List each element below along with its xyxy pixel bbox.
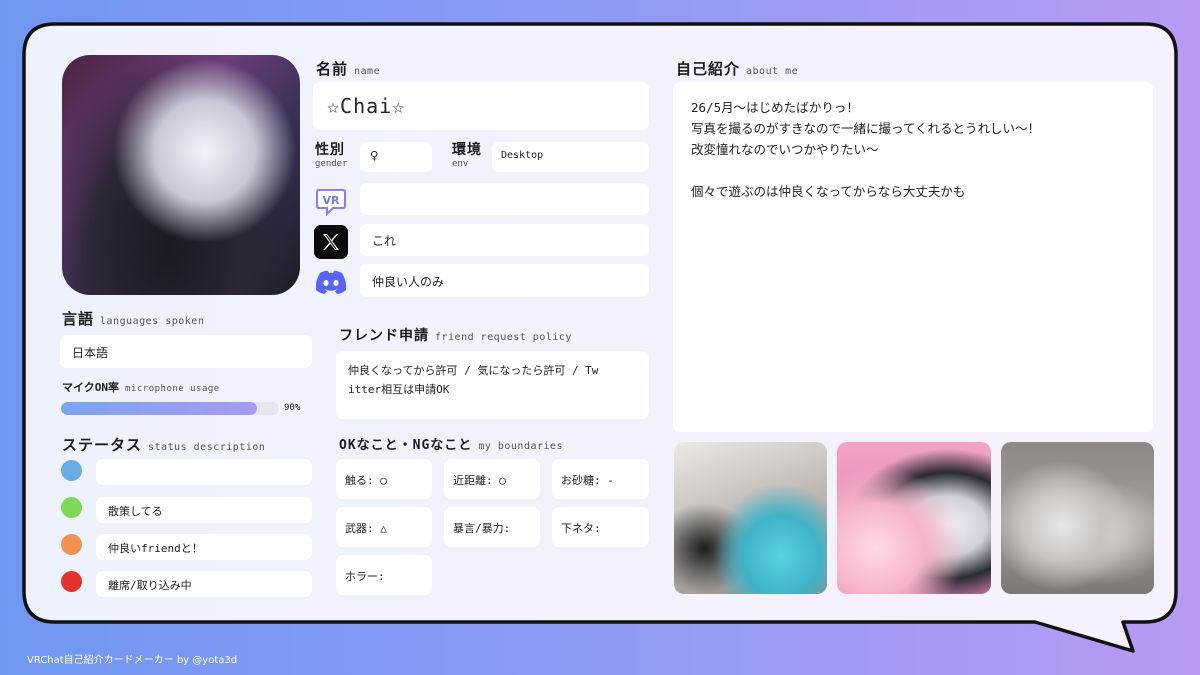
mic-heading: マイクON率 microphone usage	[62, 381, 220, 394]
boundary-item: 触る: ◯	[336, 459, 432, 499]
name-field: ☆Chai☆	[313, 82, 649, 130]
about-field: 26/5月〜はじめたばかりっ！ 写真を撮るのがすきなので一緒に撮ってくれるとうれ…	[673, 82, 1153, 432]
status-dot-blue	[61, 460, 82, 481]
name-heading: 名前 name	[316, 60, 381, 78]
gender-value: ♀	[370, 148, 379, 164]
discord-field: 仲良い人のみ	[360, 264, 649, 297]
boundary-item: お砂糖: -	[552, 459, 649, 499]
about-line: 写真を撮るのがすきなので一緒に撮ってくれるとうれしい〜！	[691, 121, 1041, 136]
friend-request-heading: フレンド申請 friend request policy	[339, 328, 572, 344]
boundary-item: 暴言/暴力:	[444, 507, 540, 547]
boundaries-heading: OKなこと・NGなこと my boundaries	[339, 438, 564, 453]
boundary-item: ホラー:	[336, 555, 432, 595]
mic-usage-percent: 90%	[284, 403, 301, 413]
about-line: 改変憧れなのでいつかやりたい〜	[691, 142, 879, 157]
boundary-item: 下ネタ:	[552, 507, 649, 547]
status-heading: ステータス status description	[62, 436, 266, 454]
gallery-photo	[837, 442, 991, 594]
env-field: Desktop	[492, 142, 649, 172]
language-field: 日本語	[60, 335, 312, 368]
about-line: 26/5月〜はじめたばかりっ！	[691, 100, 859, 115]
status-item: 仲良いfriendと！	[96, 534, 312, 560]
footer-credit: VRChat自己紹介カードメーカー by @yota3d	[27, 655, 238, 666]
gallery-photo	[1001, 442, 1154, 594]
language-value: 日本語	[72, 346, 109, 360]
discord-logo-icon	[314, 265, 348, 299]
discord-value: 仲良い人のみ	[372, 275, 445, 289]
env-value: Desktop	[501, 150, 544, 161]
friend-request-line: itter相互は申請OK	[348, 383, 450, 396]
language-heading: 言語 languages spoken	[62, 310, 205, 328]
status-dot-red	[61, 571, 82, 592]
about-line: 個々で遊ぶのは仲良くなってからなら大丈夫かも	[691, 184, 966, 199]
gender-field: ♀	[360, 142, 432, 172]
status-dot-orange	[61, 534, 82, 555]
vrchat-logo-icon: VR	[314, 184, 348, 218]
status-item: 離席/取り込み中	[96, 571, 312, 597]
about-heading: 自己紹介 about me	[676, 60, 799, 78]
mic-usage-fill	[61, 402, 258, 415]
svg-text:VR: VR	[323, 194, 341, 207]
x-logo-icon	[314, 225, 348, 259]
status-item: 散策してる	[96, 497, 312, 523]
name-value: ☆Chai☆	[327, 94, 406, 118]
x-value: これ	[372, 234, 397, 248]
friend-request-field: 仲良くなってから許可 / 気になったら許可 / Tw itter相互は申請OK	[336, 351, 649, 419]
env-heading: 環境 env	[452, 142, 482, 169]
friend-request-line: 仲良くなってから許可 / 気になったら許可 / Tw	[348, 364, 599, 377]
x-field: これ	[360, 224, 649, 256]
boundary-item: 近距離: ◯	[444, 459, 540, 499]
gallery-photo	[674, 442, 827, 594]
mic-usage-bar	[61, 402, 279, 415]
about-line	[691, 160, 1040, 181]
boundary-item: 武器: △	[336, 507, 432, 547]
vrchat-field	[360, 183, 649, 215]
avatar-photo	[62, 55, 300, 295]
gender-heading: 性別 gender	[315, 142, 348, 169]
status-dot-green	[61, 497, 82, 518]
status-item	[96, 459, 312, 485]
